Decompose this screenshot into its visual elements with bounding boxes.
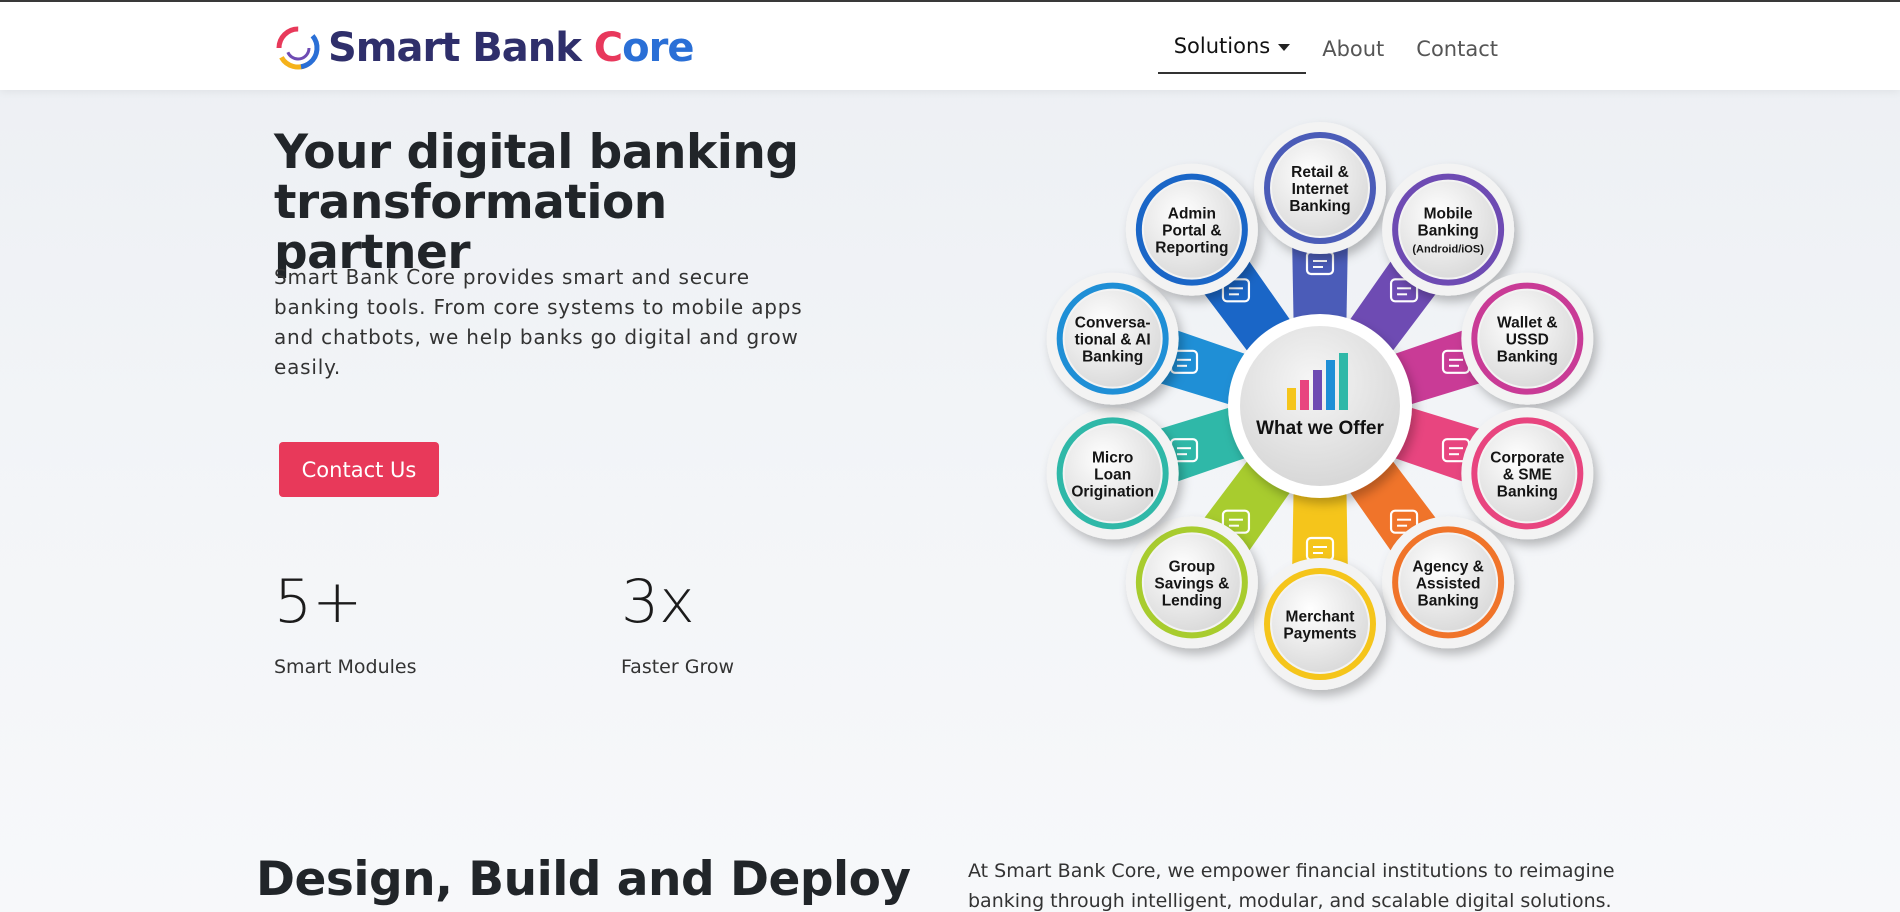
stat-modules: 5+ Smart Modules xyxy=(274,562,417,678)
stat-label: Smart Modules xyxy=(274,656,417,678)
offer-item-label-line: Merchant xyxy=(1286,609,1355,626)
section-title: Design, Build and Deploy xyxy=(256,852,911,907)
offer-item-label-line: (Android/iOS) xyxy=(1412,244,1484,256)
offer-item-label-line: Banking xyxy=(1418,592,1479,609)
offer-item-label-line: Mobile xyxy=(1424,206,1473,223)
offer-item-label-line: Retail & xyxy=(1291,164,1349,181)
brand-name: Smart Bank Core xyxy=(328,25,694,71)
nav-item-about[interactable]: About xyxy=(1306,27,1400,71)
offer-item-corporate-sme-banking[interactable]: Corporate& SMEBanking xyxy=(1461,407,1594,540)
center-hub: What we Offer xyxy=(1228,314,1412,498)
offer-item-admin-portal-reporting[interactable]: AdminPortal &Reporting xyxy=(1125,163,1258,296)
offer-item-label-line: Wallet & xyxy=(1497,315,1558,332)
brand-logo-link[interactable]: Smart Bank Core xyxy=(274,24,694,72)
center-label: What we Offer xyxy=(1256,418,1384,439)
stat-value: 5+ xyxy=(274,567,363,637)
section-description: At Smart Bank Core, we empower financial… xyxy=(968,860,1615,912)
offer-item-label-line: Agency & xyxy=(1412,558,1484,575)
hero-title: Your digital banking transformation part… xyxy=(274,125,799,280)
nav-item-solutions[interactable]: Solutions xyxy=(1157,24,1307,74)
main-nav: Solutions About Contact xyxy=(1157,24,1514,74)
offer-item-label-line: USSD xyxy=(1506,332,1549,349)
hero-description: Smart Bank Core provides smart and secur… xyxy=(274,265,803,379)
stat-value: 3x xyxy=(621,567,695,637)
offer-item-label-line: Loan xyxy=(1094,466,1131,483)
offer-item-label-line: Banking xyxy=(1497,349,1558,366)
offer-item-mobile-banking-android-ios[interactable]: MobileBanking (Android/iOS) xyxy=(1382,163,1515,296)
offer-item-conversa-tional-ai-banking[interactable]: Conversa-tional & AIBanking xyxy=(1046,272,1179,405)
chevron-down-icon xyxy=(1278,43,1291,51)
offer-item-label-line: Savings & xyxy=(1154,575,1229,592)
stat-label: Faster Grow xyxy=(621,656,734,678)
offer-item-label-line: Banking xyxy=(1289,198,1350,215)
navbar: Smart Bank Core Solutions About Contact xyxy=(0,2,1900,90)
offer-item-label-line: Banking xyxy=(1082,349,1143,366)
stat-growth: 3x Faster Grow xyxy=(621,562,734,678)
offer-item-label-line: Reporting xyxy=(1155,240,1228,257)
nav-item-contact[interactable]: Contact xyxy=(1400,27,1514,71)
offer-item-wallet-ussd-banking[interactable]: Wallet &USSDBanking xyxy=(1461,272,1594,405)
offer-item-group-savings-lending[interactable]: GroupSavings &Lending xyxy=(1125,516,1258,649)
offer-item-label-line: & SME xyxy=(1503,466,1552,483)
offer-item-label-line: Banking xyxy=(1497,483,1558,500)
offer-item-label-line: Internet xyxy=(1292,181,1349,198)
offer-item-label-line: Group xyxy=(1169,558,1216,575)
offer-item-merchant-payments[interactable]: MerchantPayments xyxy=(1254,558,1386,690)
offer-item-label-line: Assisted xyxy=(1416,575,1481,592)
what-we-offer-diagram: What we Offer Retail &InternetBanking Mob… xyxy=(1046,122,1594,690)
offer-item-micro-loan-origination[interactable]: MicroLoanOrigination xyxy=(1046,407,1179,540)
offer-item-agency-assisted-banking[interactable]: Agency &AssistedBanking xyxy=(1382,516,1515,649)
offer-item-label-line: Origination xyxy=(1071,483,1154,500)
offer-item-label-line: Micro xyxy=(1092,449,1133,466)
offer-item-label-line: Conversa- xyxy=(1075,315,1151,332)
offer-item-label-line: Admin xyxy=(1168,206,1216,223)
offer-item-label-line: Banking xyxy=(1418,223,1479,240)
offer-item-label-line: tional & AI xyxy=(1075,332,1151,349)
offer-item-label-line: Portal & xyxy=(1162,223,1221,240)
offer-item-retail-internet-banking[interactable]: Retail &InternetBanking xyxy=(1254,122,1386,254)
swirl-logo-icon xyxy=(276,26,320,70)
offer-item-label-line: Payments xyxy=(1283,626,1356,643)
offer-item-label-line: Corporate xyxy=(1490,449,1564,466)
offer-item-label-line: Lending xyxy=(1162,592,1222,609)
contact-us-button[interactable]: Contact Us xyxy=(279,442,439,497)
